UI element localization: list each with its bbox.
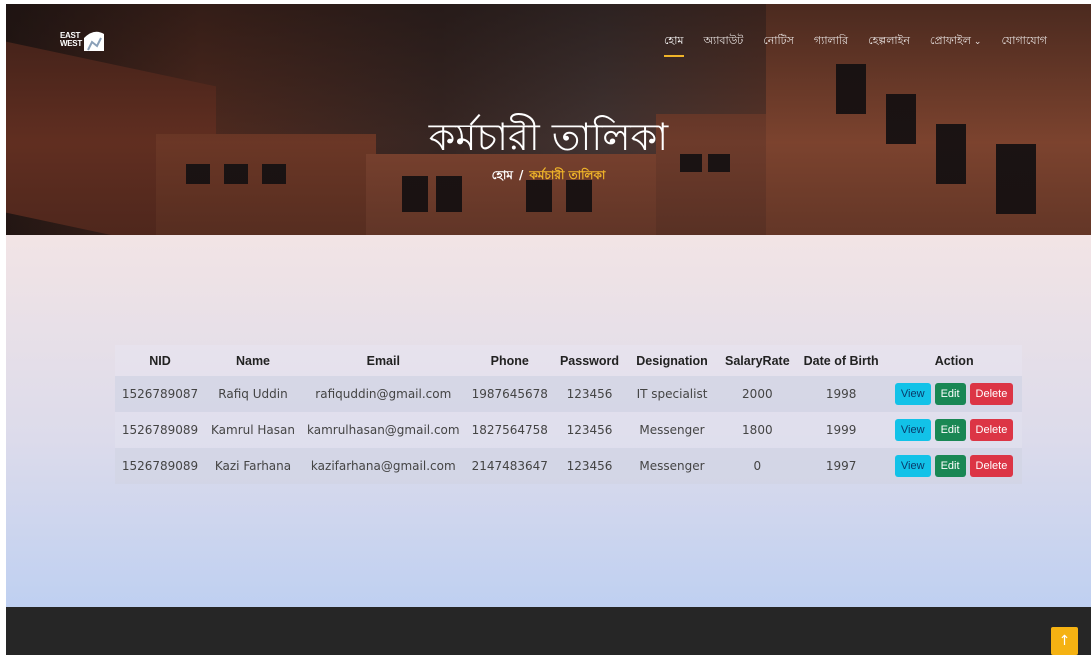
col-header-email: Email (300, 345, 466, 376)
cell-nid: 1526789089 (115, 448, 205, 484)
breadcrumb-current: কর্মচারী তালিকা (529, 168, 606, 182)
nav-contact[interactable]: যোগাযোগ (1001, 32, 1047, 51)
nav-profile[interactable]: প্রোফাইল ⌄ (930, 32, 982, 51)
hero-banner: EAST WEST হোম অ্যাবাউট নোটিস গ্যালারি হে… (6, 4, 1091, 235)
col-header-password: Password (553, 345, 626, 376)
cell-password: 123456 (553, 376, 626, 412)
cell-phone: 2147483647 (465, 448, 554, 484)
arrow-up-icon: ↑ (1058, 633, 1071, 649)
cell-name: Kamrul Hasan (205, 412, 301, 448)
logo-text: EAST WEST (60, 31, 82, 48)
cell-actions: View Edit Delete (886, 412, 1022, 448)
cell-name: Kazi Farhana (205, 448, 301, 484)
logo-mark-icon (84, 31, 104, 51)
cell-designation: Messenger (625, 448, 720, 484)
cell-nid: 1526789087 (115, 376, 205, 412)
col-header-dob: Date of Birth (795, 345, 887, 376)
cell-salary: 2000 (719, 376, 796, 412)
cell-nid: 1526789089 (115, 412, 205, 448)
col-header-phone: Phone (465, 345, 554, 376)
cell-name: Rafiq Uddin (205, 376, 301, 412)
col-header-name: Name (205, 345, 301, 376)
main-content: NID Name Email Phone Password Designatio… (6, 235, 1091, 607)
delete-button[interactable]: Delete (969, 419, 1014, 441)
cell-actions: View Edit Delete (886, 376, 1022, 412)
page-title: কর্মচারী তালিকা (428, 115, 669, 159)
footer (6, 607, 1091, 655)
site-logo[interactable]: EAST WEST (60, 24, 112, 56)
col-header-salary: SalaryRate (719, 345, 796, 376)
back-to-top-button[interactable]: ↑ (1051, 627, 1078, 655)
col-header-nid: NID (115, 345, 205, 376)
cell-dob: 1997 (795, 448, 887, 484)
col-header-designation: Designation (625, 345, 720, 376)
breadcrumb-home[interactable]: হোম (492, 168, 513, 182)
breadcrumb-separator: / (518, 168, 524, 182)
view-button[interactable]: View (894, 419, 931, 441)
nav-helpline[interactable]: হেল্পলাইন (868, 32, 910, 51)
cell-email: kamrulhasan@gmail.com (300, 412, 466, 448)
cell-email: rafiquddin@gmail.com (300, 376, 466, 412)
nav-about[interactable]: অ্যাবাউট (704, 32, 744, 51)
cell-phone: 1987645678 (465, 376, 554, 412)
cell-dob: 1999 (795, 412, 887, 448)
delete-button[interactable]: Delete (969, 383, 1014, 405)
cell-salary: 1800 (719, 412, 796, 448)
breadcrumb: হোম / কর্মচারী তালিকা (6, 167, 1091, 187)
nav-profile-label: প্রোফাইল (929, 34, 971, 47)
cell-designation: Messenger (625, 412, 720, 448)
cell-designation: IT specialist (625, 376, 720, 412)
cell-password: 123456 (553, 412, 626, 448)
nav-home[interactable]: হোম (663, 32, 684, 57)
chevron-down-icon: ⌄ (973, 37, 982, 47)
main-nav: হোম অ্যাবাউট নোটিস গ্যালারি হেল্পলাইন প্… (663, 32, 1047, 57)
nav-gallery[interactable]: গ্যালারি (814, 32, 848, 51)
cell-password: 123456 (553, 448, 626, 484)
table-row: 1526789087 Rafiq Uddin rafiquddin@gmail.… (115, 376, 1022, 412)
cell-phone: 1827564758 (465, 412, 554, 448)
cell-salary: 0 (719, 448, 796, 484)
edit-button[interactable]: Edit (934, 383, 966, 405)
edit-button[interactable]: Edit (934, 419, 966, 441)
table-row: 1526789089 Kazi Farhana kazifarhana@gmai… (115, 448, 1022, 484)
page-frame: EAST WEST হোম অ্যাবাউট নোটিস গ্যালারি হে… (6, 4, 1091, 655)
cell-dob: 1998 (795, 376, 887, 412)
employee-table: NID Name Email Phone Password Designatio… (115, 345, 1022, 484)
view-button[interactable]: View (894, 455, 931, 477)
delete-button[interactable]: Delete (969, 455, 1014, 477)
nav-notice[interactable]: নোটিস (763, 32, 794, 51)
cell-actions: View Edit Delete (886, 448, 1022, 484)
edit-button[interactable]: Edit (934, 455, 966, 477)
col-header-action: Action (886, 345, 1022, 376)
view-button[interactable]: View (894, 383, 931, 405)
table-row: 1526789089 Kamrul Hasan kamrulhasan@gmai… (115, 412, 1022, 448)
cell-email: kazifarhana@gmail.com (300, 448, 466, 484)
table-header-row: NID Name Email Phone Password Designatio… (115, 345, 1022, 376)
